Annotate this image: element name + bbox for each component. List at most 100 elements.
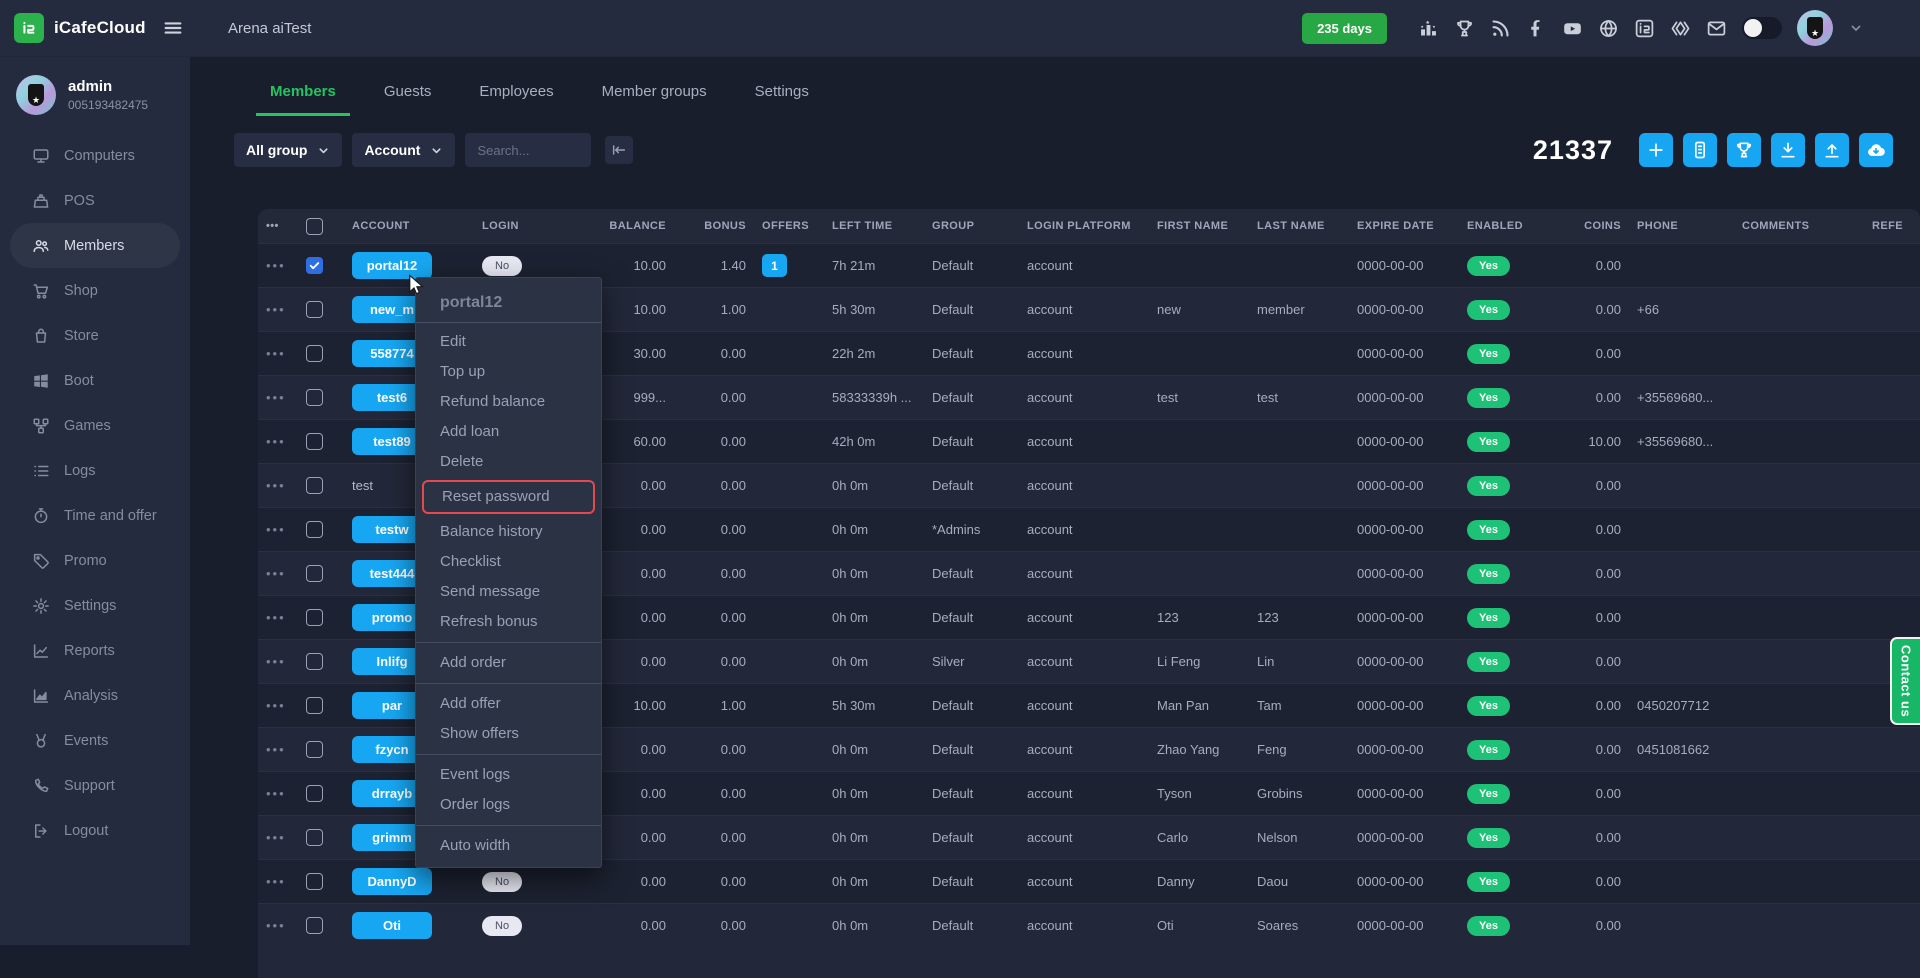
sidebar-item-settings[interactable]: Settings	[10, 583, 180, 628]
account-chip[interactable]: Oti	[352, 912, 432, 939]
menu-item-reset-password[interactable]: Reset password	[422, 480, 595, 514]
sidebar-item-analysis[interactable]: Analysis	[10, 673, 180, 718]
theme-toggle[interactable]	[1742, 17, 1782, 39]
tab-settings[interactable]: Settings	[753, 83, 811, 116]
row-options-button[interactable]: •••	[258, 640, 298, 683]
menu-item-refund-balance[interactable]: Refund balance	[416, 387, 601, 417]
trophy-icon[interactable]	[1454, 18, 1475, 39]
sidebar-item-shop[interactable]: Shop	[10, 268, 180, 313]
rss-icon[interactable]	[1490, 18, 1511, 39]
sidebar-item-pos[interactable]: POS	[10, 178, 180, 223]
account-chip[interactable]: portal12	[352, 252, 432, 279]
row-checkbox[interactable]	[306, 389, 323, 406]
sidebar-item-boot[interactable]: Boot	[10, 358, 180, 403]
sidebar-user[interactable]: ★ admin 005193482475	[0, 57, 190, 129]
select-all-checkbox[interactable]	[306, 218, 323, 235]
row-options-button[interactable]: •••	[258, 552, 298, 595]
row-checkbox[interactable]	[306, 741, 323, 758]
row-checkbox[interactable]	[306, 301, 323, 318]
row-checkbox[interactable]	[306, 697, 323, 714]
header-cell-left_time[interactable]: LEFT TIME	[824, 209, 924, 243]
row-checkbox[interactable]	[306, 521, 323, 538]
globe-icon[interactable]	[1598, 18, 1619, 39]
sidebar-item-reports[interactable]: Reports	[10, 628, 180, 673]
header-cell-expire[interactable]: EXPIRE DATE	[1349, 209, 1459, 243]
export-button[interactable]	[1815, 133, 1849, 167]
tab-members[interactable]: Members	[256, 83, 350, 116]
header-cell-referrer[interactable]: REFE	[1864, 209, 1920, 243]
row-options-button[interactable]: •••	[258, 244, 298, 287]
sidebar-item-members[interactable]: Members	[10, 223, 180, 268]
tab-member-groups[interactable]: Member groups	[600, 83, 709, 116]
sidebar-item-games[interactable]: Games	[10, 403, 180, 448]
contact-us-button[interactable]: Contact us	[1890, 637, 1920, 725]
chevron-down-icon[interactable]	[1848, 20, 1864, 36]
sidebar-item-logs[interactable]: Logs	[10, 448, 180, 493]
icafe-icon[interactable]	[1634, 18, 1655, 39]
header-cell-enabled[interactable]: ENABLED	[1459, 209, 1549, 243]
license-days-badge[interactable]: 235 days	[1302, 13, 1387, 44]
row-checkbox[interactable]	[306, 873, 323, 890]
device-view-button[interactable]	[1683, 133, 1717, 167]
menu-item-send-message[interactable]: Send message	[416, 577, 601, 607]
sidebar-item-support[interactable]: Support	[10, 763, 180, 808]
row-checkbox[interactable]	[306, 477, 323, 494]
row-checkbox[interactable]	[306, 433, 323, 450]
mail-icon[interactable]	[1706, 18, 1727, 39]
row-options-button[interactable]: •••	[258, 332, 298, 375]
header-cell-first_name[interactable]: FIRST NAME	[1149, 209, 1249, 243]
sidebar-item-events[interactable]: Events	[10, 718, 180, 763]
layers-icon[interactable]	[1670, 18, 1691, 39]
header-cell-bonus[interactable]: BONUS	[674, 209, 754, 243]
menu-item-event-logs[interactable]: Event logs	[416, 760, 601, 790]
ranking-icon[interactable]	[1418, 18, 1439, 39]
menu-item-order-logs[interactable]: Order logs	[416, 790, 601, 820]
menu-item-delete[interactable]: Delete	[416, 447, 601, 477]
header-cell-login[interactable]: LOGIN	[474, 209, 574, 243]
back-arrow-button[interactable]	[605, 136, 633, 164]
row-options-button[interactable]: •••	[258, 816, 298, 859]
group-filter-select[interactable]: All group	[234, 133, 342, 167]
row-checkbox[interactable]	[306, 257, 323, 274]
sidebar-item-store[interactable]: Store	[10, 313, 180, 358]
row-checkbox[interactable]	[306, 829, 323, 846]
youtube-icon[interactable]	[1562, 18, 1583, 39]
menu-item-top-up[interactable]: Top up	[416, 357, 601, 387]
menu-item-add-offer[interactable]: Add offer	[416, 689, 601, 719]
menu-item-checklist[interactable]: Checklist	[416, 547, 601, 577]
header-cell-group[interactable]: GROUP	[924, 209, 1019, 243]
row-options-button[interactable]: •••	[258, 464, 298, 507]
tab-employees[interactable]: Employees	[477, 83, 555, 116]
offers-badge[interactable]: 1	[762, 254, 787, 277]
cloud-sync-button[interactable]	[1859, 133, 1893, 167]
header-cell-balance[interactable]: BALANCE	[574, 209, 674, 243]
header-cell-phone[interactable]: PHONE	[1629, 209, 1734, 243]
account-chip[interactable]: DannyD	[352, 868, 432, 895]
row-options-button[interactable]: •••	[258, 420, 298, 463]
column-options-button[interactable]: •••	[258, 209, 298, 243]
header-cell-comments[interactable]: COMMENTS	[1734, 209, 1864, 243]
import-button[interactable]	[1771, 133, 1805, 167]
row-options-button[interactable]: •••	[258, 904, 298, 947]
field-filter-select[interactable]: Account	[352, 133, 455, 167]
row-options-button[interactable]: •••	[258, 376, 298, 419]
user-avatar[interactable]: ★	[1797, 10, 1833, 46]
menu-item-edit[interactable]: Edit	[416, 327, 601, 357]
facebook-icon[interactable]	[1526, 18, 1547, 39]
row-options-button[interactable]: •••	[258, 508, 298, 551]
sidebar-item-promo[interactable]: Promo	[10, 538, 180, 583]
header-cell-account[interactable]: ACCOUNT	[344, 209, 474, 243]
row-options-button[interactable]: •••	[258, 288, 298, 331]
menu-item-balance-history[interactable]: Balance history	[416, 517, 601, 547]
header-cell-platform[interactable]: LOGIN PLATFORM	[1019, 209, 1149, 243]
rewards-button[interactable]	[1727, 133, 1761, 167]
menu-item-add-loan[interactable]: Add loan	[416, 417, 601, 447]
row-options-button[interactable]: •••	[258, 772, 298, 815]
row-checkbox[interactable]	[306, 565, 323, 582]
row-checkbox[interactable]	[306, 917, 323, 934]
row-checkbox[interactable]	[306, 609, 323, 626]
hamburger-menu-icon[interactable]	[162, 17, 184, 39]
row-checkbox[interactable]	[306, 785, 323, 802]
row-checkbox[interactable]	[306, 653, 323, 670]
menu-item-add-order[interactable]: Add order	[416, 648, 601, 678]
